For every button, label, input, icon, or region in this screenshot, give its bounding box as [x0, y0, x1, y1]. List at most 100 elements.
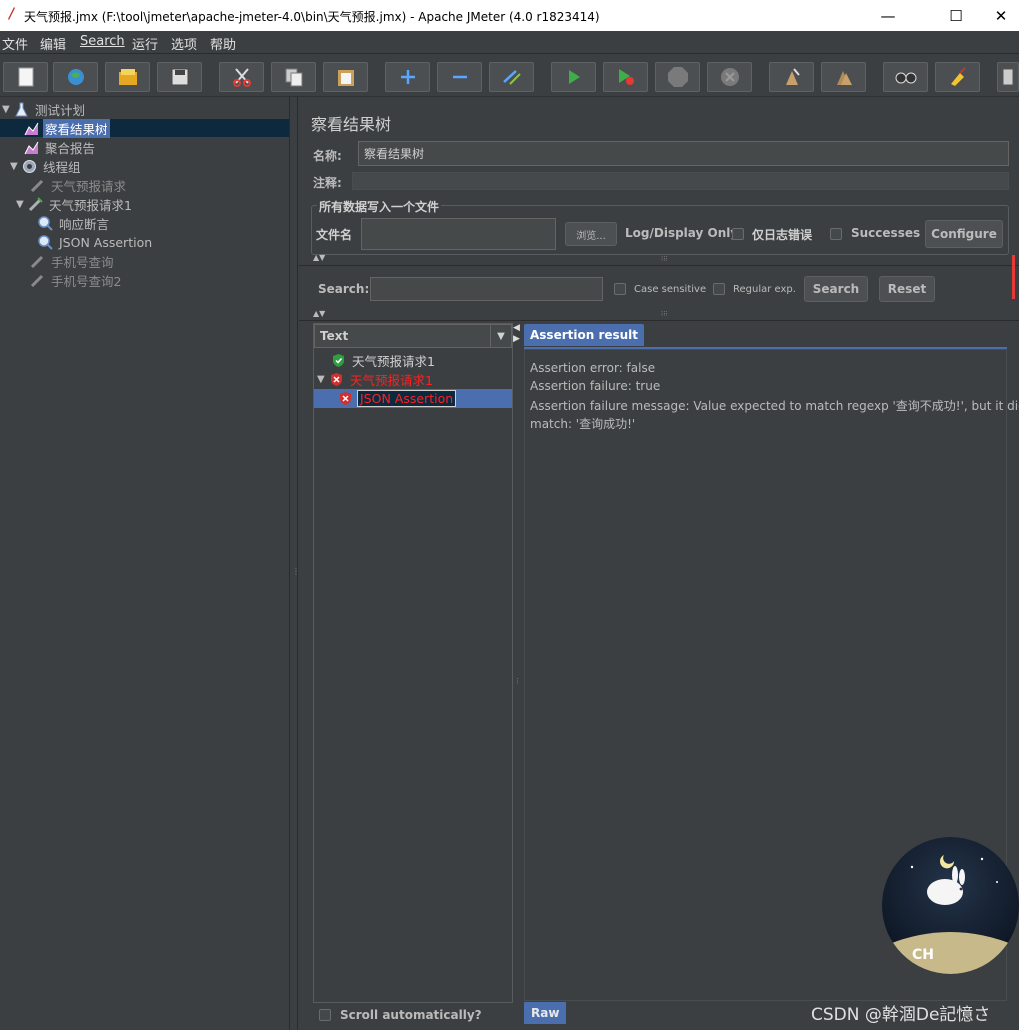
cut-icon: [232, 68, 251, 87]
thread-group-icon: [23, 159, 36, 173]
result-item-success[interactable]: 天气预报请求1: [331, 351, 437, 369]
main-splitter[interactable]: ⋮: [289, 97, 300, 1030]
collapse-arrows-icon[interactable]: ▲▼: [313, 309, 325, 318]
new-icon: [18, 67, 33, 87]
copy-icon: [285, 68, 302, 87]
tree-node-sampler-weather-1[interactable]: ▼ 天气预报请求1: [16, 195, 134, 213]
renderer-select[interactable]: Text ▼: [314, 324, 512, 348]
close-button[interactable]: ✕: [978, 0, 1019, 31]
expand-arrow-icon[interactable]: ▼: [2, 104, 14, 115]
stop-button[interactable]: [655, 62, 700, 92]
menu-run[interactable]: 运行: [132, 34, 158, 53]
reset-search-button[interactable]: [935, 62, 980, 92]
tree-node-sampler-phone[interactable]: 手机号查询: [30, 252, 116, 270]
tree-node-test-plan[interactable]: ▼ 测试计划: [2, 100, 87, 118]
tree-node-response-assertion[interactable]: 响应断言: [38, 214, 111, 232]
floating-badge[interactable]: CH: [882, 837, 1019, 974]
tree-node-sampler-phone-2[interactable]: 手机号查询2: [30, 271, 123, 289]
regex-checkbox[interactable]: [713, 283, 725, 295]
new-button[interactable]: [3, 62, 48, 92]
menu-bar: 文件 编辑 Search 运行 选项 帮助: [0, 31, 1019, 54]
menu-help[interactable]: 帮助: [210, 34, 236, 53]
collapse-all-button[interactable]: [437, 62, 482, 92]
search-icon: [895, 72, 916, 84]
clear-all-icon: [836, 71, 852, 85]
cut-button[interactable]: [219, 62, 264, 92]
toolbar: [0, 54, 1019, 97]
jmeter-feather-icon: [8, 7, 15, 20]
stop-icon: [667, 67, 688, 87]
start-no-timers-button[interactable]: [603, 62, 648, 92]
successes-checkbox[interactable]: [830, 228, 842, 240]
save-button[interactable]: [157, 62, 202, 92]
scroll-auto-checkbox[interactable]: [319, 1009, 331, 1021]
menu-options[interactable]: 选项: [171, 34, 197, 53]
copy-button[interactable]: [271, 62, 316, 92]
assertion-message-line: Assertion failure message: Value expecte…: [530, 399, 1019, 413]
sampler-icon: [30, 255, 44, 268]
assertion-icon: [38, 234, 53, 250]
menu-file[interactable]: 文件: [2, 34, 28, 53]
filename-input[interactable]: [361, 218, 556, 250]
errors-only-checkbox[interactable]: [732, 228, 744, 240]
chevron-down-icon[interactable]: ▼: [490, 325, 511, 347]
tree-node-view-results-tree[interactable]: 察看结果树: [0, 118, 289, 138]
clear-all-button[interactable]: [821, 62, 866, 92]
templates-button[interactable]: [53, 62, 98, 92]
divider-grip-icon[interactable]: ⁝⁝⁝: [661, 255, 668, 263]
search-label: Search:: [318, 282, 370, 296]
search-submit-button[interactable]: Search: [804, 276, 868, 302]
write-to-file-title: 所有数据写入一个文件: [317, 198, 442, 215]
pane-grip-icon[interactable]: ⋮: [514, 677, 521, 685]
clear-icon: [785, 68, 800, 85]
search-input[interactable]: [370, 277, 603, 301]
reset-button[interactable]: Reset: [879, 276, 935, 302]
shutdown-button[interactable]: [707, 62, 752, 92]
maximize-button[interactable]: ☐: [933, 0, 979, 31]
paste-button[interactable]: [323, 62, 368, 92]
test-plan-tree: ▼ 测试计划 察看结果树 聚合报告 ▼ 线程组 天气预报请求 ▼ 天气预报请求1…: [0, 97, 289, 1030]
name-input[interactable]: 察看结果树: [358, 141, 1009, 166]
browse-button[interactable]: 浏览...: [565, 222, 617, 246]
menu-search[interactable]: Search: [80, 34, 125, 49]
divider: [299, 265, 1019, 266]
configure-button[interactable]: Configure: [925, 220, 1003, 248]
result-item-json-assertion[interactable]: JSON Assertion: [314, 389, 512, 408]
comment-input[interactable]: [352, 172, 1009, 190]
pane-collapse-arrows-icon[interactable]: ◀ ▶: [513, 323, 520, 345]
expand-arrow-icon[interactable]: ▼: [317, 374, 329, 385]
tree-node-aggregate-report[interactable]: 聚合报告: [24, 138, 97, 156]
expand-arrow-icon[interactable]: ▼: [10, 161, 22, 172]
tree-node-json-assertion[interactable]: JSON Assertion: [38, 233, 154, 251]
expand-arrow-icon[interactable]: ▼: [16, 199, 28, 210]
divider: [299, 320, 1019, 321]
toggle-button[interactable]: [489, 62, 534, 92]
minimize-button[interactable]: —: [865, 0, 911, 31]
save-icon: [171, 68, 188, 86]
tab-raw[interactable]: Raw: [524, 1002, 567, 1024]
menu-edit[interactable]: 编辑: [40, 34, 66, 53]
case-sensitive-checkbox[interactable]: [614, 283, 626, 295]
function-helper-icon: [1002, 68, 1014, 86]
assertion-failure-line: Assertion failure: true: [530, 379, 661, 393]
open-button[interactable]: [105, 62, 150, 92]
success-shield-icon: [333, 353, 344, 367]
failure-shield-icon: [331, 372, 342, 386]
collapse-arrows-icon[interactable]: ▲▼: [313, 253, 325, 262]
tree-node-sampler-weather[interactable]: 天气预报请求: [30, 176, 128, 194]
window-title-bar: 天气预报.jmx (F:\tool\jmeter\apache-jmeter-4…: [0, 0, 1019, 31]
result-item-failed[interactable]: ▼ 天气预报请求1: [317, 370, 435, 388]
clear-button[interactable]: [769, 62, 814, 92]
failure-shield-icon: [340, 392, 351, 405]
open-icon: [118, 69, 137, 85]
expand-all-button[interactable]: [385, 62, 430, 92]
search-button[interactable]: [883, 62, 928, 92]
function-helper-button[interactable]: [997, 62, 1019, 92]
start-icon: [568, 70, 580, 84]
tree-node-thread-group[interactable]: ▼ 线程组: [10, 157, 83, 175]
case-sensitive-label: Case sensitive: [634, 284, 707, 295]
divider-grip-icon[interactable]: ⁝⁝⁝: [661, 310, 668, 318]
start-button[interactable]: [551, 62, 596, 92]
tab-assertion-result[interactable]: Assertion result: [524, 324, 645, 346]
paste-icon: [337, 70, 354, 86]
